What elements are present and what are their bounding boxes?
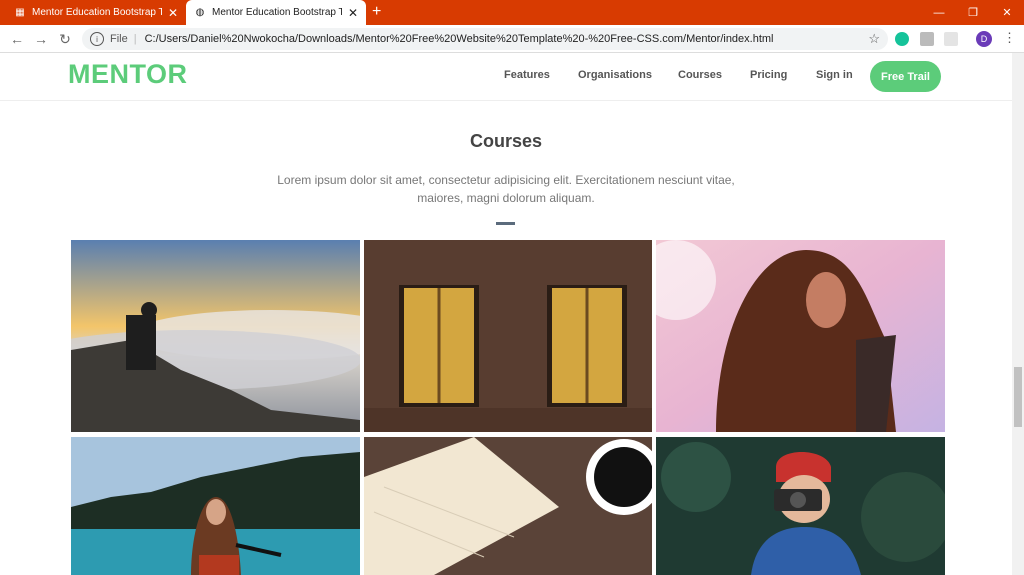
grammarly-extension-icon[interactable]: [895, 32, 909, 46]
pdf-extension-icon[interactable]: [920, 32, 934, 46]
nav-link-sign-in[interactable]: Sign in: [816, 69, 853, 81]
nav-link-pricing[interactable]: Pricing: [750, 69, 787, 81]
section-description: Lorem ipsum dolor sit amet, consectetur …: [277, 173, 735, 205]
close-tab-icon[interactable]: ✕: [168, 6, 178, 20]
file-scheme-label: File: [110, 33, 128, 45]
close-window-icon[interactable]: ✕: [990, 0, 1024, 25]
nav-link-features[interactable]: Features: [504, 69, 550, 81]
extension-icon[interactable]: [944, 32, 958, 46]
scrollbar-thumb[interactable]: [1014, 367, 1022, 427]
browser-menu-icon[interactable]: ⋮: [1003, 30, 1016, 46]
section-divider: [496, 222, 515, 225]
browser-tab-active[interactable]: ◍ Mentor Education Bootstrap The ✕: [186, 0, 366, 25]
course-image-clouds[interactable]: [71, 240, 360, 432]
close-tab-icon[interactable]: ✕: [348, 6, 358, 20]
new-tab-button[interactable]: +: [372, 3, 381, 21]
page-viewport: MENTOR Features Organisations Courses Pr…: [0, 53, 1012, 575]
reload-icon[interactable]: ↻: [56, 30, 74, 48]
free-trial-button[interactable]: Free Trail: [870, 61, 941, 92]
page-scrollbar[interactable]: [1012, 53, 1024, 575]
minimize-window-icon[interactable]: —: [922, 0, 956, 25]
profile-avatar[interactable]: D: [976, 31, 992, 47]
tab-title: Mentor Education Bootstrap The: [32, 7, 162, 18]
info-icon[interactable]: i: [90, 32, 104, 46]
course-image-notebook[interactable]: [364, 437, 652, 575]
tab-title: Mentor Education Bootstrap The: [212, 7, 342, 18]
restore-window-icon[interactable]: ❐: [956, 0, 990, 25]
globe-icon: ◍: [195, 7, 205, 18]
browser-tab-bar: ▦ Mentor Education Bootstrap The ✕ ◍ Men…: [0, 0, 1024, 25]
nav-link-organisations[interactable]: Organisations: [578, 69, 652, 81]
forward-icon[interactable]: →: [32, 30, 50, 48]
bookmark-star-icon[interactable]: ☆: [868, 31, 880, 47]
course-image-brick-wall[interactable]: [364, 240, 652, 432]
url-text[interactable]: C:/Users/Daniel%20Nwokocha/Downloads/Men…: [145, 33, 774, 45]
address-bar[interactable]: i File | C:/Users/Daniel%20Nwokocha/Down…: [82, 28, 888, 50]
site-navbar: MENTOR Features Organisations Courses Pr…: [0, 53, 1012, 101]
course-image-woman-sunlight[interactable]: [656, 240, 945, 432]
page-favicon-icon: ▦: [15, 7, 25, 18]
course-image-camera-woman[interactable]: [656, 437, 945, 575]
course-image-lake[interactable]: [71, 437, 360, 575]
browser-tab[interactable]: ▦ Mentor Education Bootstrap The ✕: [6, 0, 186, 25]
back-icon[interactable]: ←: [8, 30, 26, 48]
browser-toolbar: ← → ↻ i File | C:/Users/Daniel%20Nwokoch…: [0, 25, 1024, 53]
nav-link-courses[interactable]: Courses: [678, 69, 722, 81]
separator: |: [133, 33, 137, 45]
section-title: Courses: [469, 131, 543, 151]
site-logo[interactable]: MENTOR: [68, 59, 188, 90]
